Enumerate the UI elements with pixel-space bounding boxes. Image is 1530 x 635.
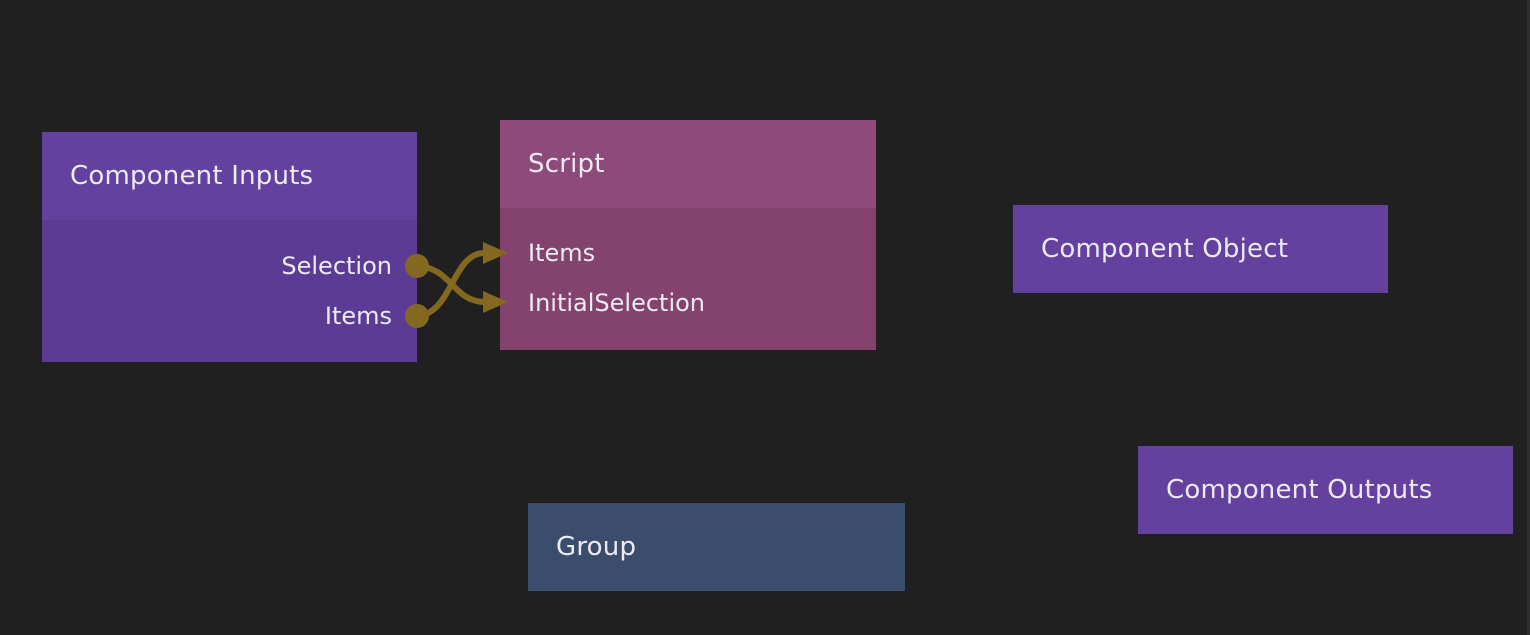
output-port-dot-items <box>405 304 429 328</box>
node-group-header[interactable]: Group <box>528 503 905 591</box>
connection-selection-to-initialselection[interactable] <box>405 254 508 313</box>
node-script-body: Items InitialSelection <box>500 208 876 328</box>
node-title: Component Inputs <box>70 161 313 191</box>
input-port-items[interactable]: Items <box>500 228 876 278</box>
node-title: Group <box>556 532 636 562</box>
port-label-items: Items <box>528 239 595 267</box>
node-script[interactable]: Script Items InitialSelection <box>500 120 876 350</box>
node-component-inputs-header[interactable]: Component Inputs <box>42 132 417 220</box>
node-script-header[interactable]: Script <box>500 120 876 208</box>
node-component-inputs[interactable]: Component Inputs Selection Items <box>42 132 417 362</box>
output-port-selection[interactable]: Selection <box>42 241 417 291</box>
node-component-outputs-header[interactable]: Component Outputs <box>1138 446 1513 534</box>
output-port-dot-selection <box>405 254 429 278</box>
node-title: Component Object <box>1041 234 1288 264</box>
output-port-items[interactable]: Items <box>42 291 417 341</box>
node-component-object-header[interactable]: Component Object <box>1013 205 1388 293</box>
node-title: Script <box>528 149 605 179</box>
input-port-initialselection[interactable]: InitialSelection <box>500 278 876 328</box>
node-graph-canvas[interactable]: Component Inputs Selection Items Script … <box>0 0 1530 635</box>
node-component-object[interactable]: Component Object <box>1013 205 1388 293</box>
node-component-outputs[interactable]: Component Outputs <box>1138 446 1513 534</box>
port-label-items: Items <box>325 302 392 330</box>
port-label-selection: Selection <box>281 252 392 280</box>
node-title: Component Outputs <box>1166 475 1432 505</box>
node-component-inputs-body: Selection Items <box>42 220 417 341</box>
node-group[interactable]: Group <box>528 503 905 591</box>
port-label-initialselection: InitialSelection <box>528 289 705 317</box>
